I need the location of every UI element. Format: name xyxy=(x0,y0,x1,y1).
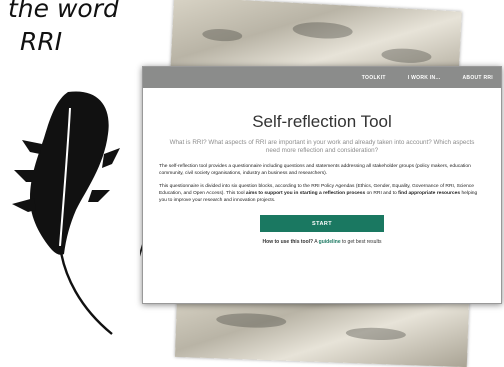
start-button[interactable]: START xyxy=(260,215,384,232)
nav-about-rri[interactable]: ABOUT RRI xyxy=(463,75,493,81)
intro-paragraph: The self-reflection tool provides a ques… xyxy=(159,164,471,176)
description-paragraph: This questionnaire is divided into six q… xyxy=(159,184,478,203)
page-subtitle: What is RRI? What aspects of RRI are imp… xyxy=(169,139,475,154)
nav-toolkit[interactable]: TOOLKIT xyxy=(362,75,386,81)
nav-i-work-in[interactable]: I WORK IN... xyxy=(408,75,441,81)
website-screenshot: TOOLKIT I WORK IN... ABOUT RRI Self-refl… xyxy=(142,66,502,304)
guideline-link[interactable]: guideline xyxy=(319,239,341,245)
howto-text: How to use this tool? A guideline to get… xyxy=(262,239,382,245)
slide-title-line2: RRI xyxy=(20,27,63,56)
slide-title-line1: the word xyxy=(8,0,119,23)
top-navbar: TOOLKIT I WORK IN... ABOUT RRI xyxy=(143,67,501,88)
page-title: Self-reflection Tool xyxy=(252,112,392,131)
slide-title: the word RRI xyxy=(8,0,119,58)
feather-icon xyxy=(12,91,120,335)
